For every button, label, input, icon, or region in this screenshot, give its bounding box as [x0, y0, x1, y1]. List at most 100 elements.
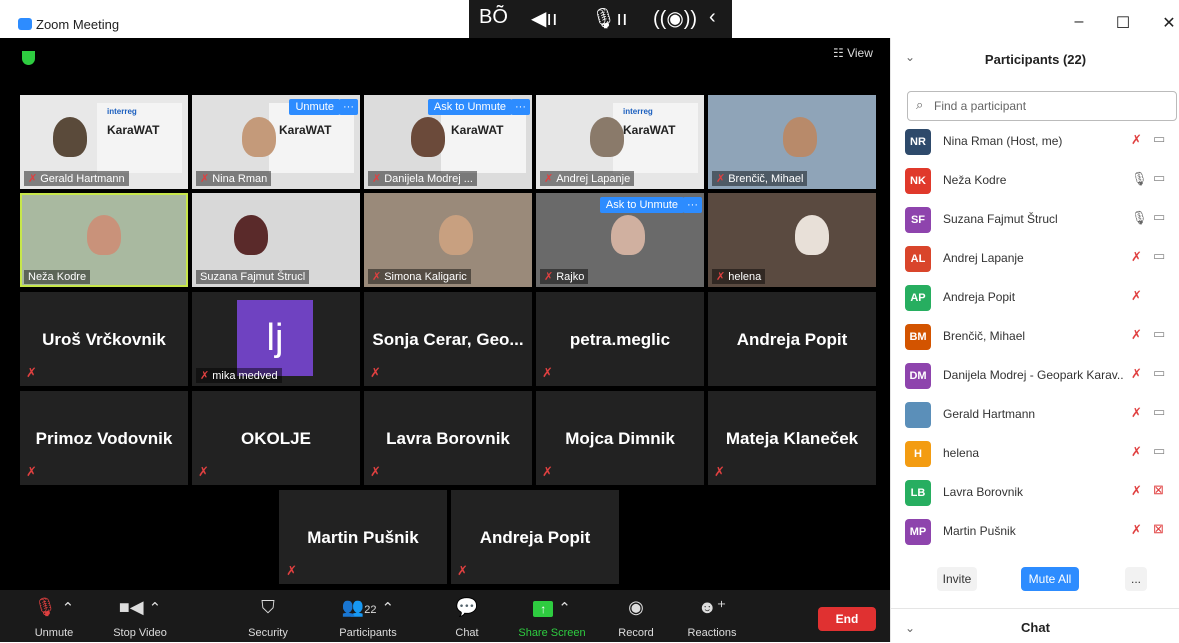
tile-name: Andreja Popit — [479, 528, 591, 547]
name-tile[interactable]: Sonja Cerar, Geo... ✗ — [364, 292, 532, 386]
security-button[interactable]: ⛉ Security — [228, 594, 308, 639]
tile-name: Lavra Borovnik — [386, 429, 510, 448]
share-screen-button[interactable]: ↑ ⌃ Share Screen — [512, 594, 592, 639]
video-tile[interactable]: ✗ helena — [708, 193, 876, 287]
tile-name: Mateja Klaneček — [725, 429, 859, 448]
name-tile[interactable]: OKOLJE ✗ — [192, 391, 360, 485]
chat-button[interactable]: 💬 Chat — [427, 594, 507, 639]
participants-button[interactable]: 👥22 ⌃ Participants — [328, 594, 408, 639]
meeting-toolbar: 🎙 ⌃ Unmute ■◀ ⌃ Stop Video ⛉ Security 👥2… — [0, 590, 890, 642]
participant-row[interactable]: Hhelena ✗ ▭ — [891, 434, 1179, 473]
tile-more-button[interactable]: ··· — [511, 99, 530, 115]
participant-row[interactable]: BM Brenčič, Mihael ✗ ▭ — [891, 317, 1179, 356]
maximize-button[interactable]: ☐ — [1108, 13, 1138, 33]
speaker-icon[interactable]: ◀ıı — [531, 6, 558, 31]
collapse-icon[interactable]: ‹ — [709, 6, 716, 29]
video-camera-icon: ▭ — [1153, 131, 1166, 146]
muted-mic-icon: ✗ — [370, 365, 381, 380]
video-tile[interactable]: ✗ Simona Kaligaric — [364, 193, 532, 287]
close-button[interactable]: ✕ — [1154, 13, 1179, 33]
name-tile[interactable]: Mateja Klaneček ✗ — [708, 391, 876, 485]
microphone-icon[interactable]: 🎙ıı — [591, 6, 628, 31]
shield-icon: ⛉ — [261, 597, 275, 617]
participant-row[interactable]: AL Andrej Lapanje ✗ ▭ — [891, 239, 1179, 278]
name-tile[interactable]: petra.meglic ✗ — [536, 292, 704, 386]
reactions-button[interactable]: ☻⁺ Reactions — [672, 594, 752, 639]
muted-mic-icon: ✗ — [370, 464, 381, 479]
video-tile[interactable]: KaraWAT Ask to Unmute ··· ✗ Danijela Modr… — [364, 95, 532, 189]
video-tile[interactable]: interreg KaraWAT ✗ Andrej Lapanje — [536, 95, 704, 189]
avatar: NK — [905, 168, 931, 194]
video-tile-active-speaker[interactable]: Neža Kodre — [20, 193, 188, 287]
tile-name: Primoz Vodovnik — [35, 429, 173, 448]
video-off-icon: ⊠ — [1153, 482, 1164, 497]
participant-video — [410, 117, 445, 157]
avatar: AL — [905, 246, 931, 272]
view-button[interactable]: ☷ View — [833, 46, 873, 60]
tile-name: ✗ Danijela Modrej ... — [368, 171, 477, 186]
participant-row[interactable]: NK Neža Kodre 🎙 ▭ — [891, 161, 1179, 200]
participant-video — [439, 215, 474, 255]
broadcast-icon[interactable]: ((◉)) — [653, 6, 697, 31]
mute-all-button[interactable]: Mute All — [1021, 567, 1079, 591]
name-tile[interactable]: Primoz Vodovnik ✗ — [20, 391, 188, 485]
unmute-button[interactable]: Unmute — [289, 99, 340, 115]
minimize-button[interactable]: – — [1064, 13, 1094, 31]
video-tile[interactable]: Ask to Unmute ··· ✗ Rajko — [536, 193, 704, 287]
participant-row[interactable]: NR Nina Rman (Host, me) ✗ ▭ — [891, 122, 1179, 161]
video-camera-icon: ■◀ ⌃ — [118, 597, 162, 617]
participant-row[interactable]: MP Martin Pušnik ✗ ⊠ — [891, 512, 1179, 551]
participant-search-input[interactable]: ⌕ Find a participant — [907, 91, 1177, 121]
video-tile[interactable]: ✗ Brenčič, Mihael — [708, 95, 876, 189]
stop-video-button[interactable]: ■◀ ⌃ Stop Video — [100, 594, 180, 639]
invite-button[interactable]: Invite — [937, 567, 977, 591]
name-tile[interactable]: lj ✗ mika medved — [192, 292, 360, 386]
chat-title: Chat — [1021, 620, 1050, 635]
tile-name: Andreja Popit — [736, 330, 848, 349]
participant-row[interactable]: DM Danijela Modrej - Geopark Karav... ✗ ▭ — [891, 356, 1179, 395]
avatar — [905, 402, 931, 428]
participant-row[interactable]: LB Lavra Borovnik ✗ ⊠ — [891, 473, 1179, 512]
unmute-button[interactable]: 🎙 ⌃ Unmute — [14, 594, 94, 639]
participant-name: Andrej Lapanje — [943, 251, 1024, 265]
muted-mic-icon: ✗ — [26, 464, 37, 479]
video-tile[interactable]: KaraWAT Unmute ··· ✗ Nina Rman — [192, 95, 360, 189]
participants-header: ⌄ Participants (22) — [891, 48, 1179, 72]
end-meeting-button[interactable]: End — [818, 607, 876, 631]
chat-header: ⌄ Chat — [891, 608, 1179, 643]
avatar: DM — [905, 363, 931, 389]
ask-to-unmute-button[interactable]: Ask to Unmute — [599, 197, 684, 213]
video-tile[interactable]: Suzana Fajmut Štrucl — [192, 193, 360, 287]
video-camera-icon: ▭ — [1153, 404, 1166, 419]
floating-control-bar: BÕ ◀ıı 🎙ıı ((◉)) ‹ — [469, 0, 732, 38]
muted-microphone-icon: ✗ — [1131, 444, 1142, 459]
tile-name: OKOLJE — [241, 429, 311, 448]
more-options-button[interactable]: ... — [1125, 567, 1147, 591]
ask-to-unmute-button[interactable]: Ask to Unmute — [427, 99, 512, 115]
participant-video — [87, 215, 121, 255]
chat-bubble-icon: 💬 — [455, 597, 479, 617]
participant-row[interactable]: SF Suzana Fajmut Štrucl 🎙 ▭ — [891, 200, 1179, 239]
participant-name: Neža Kodre — [943, 173, 1007, 187]
record-button[interactable]: ◉ Record — [596, 594, 676, 639]
avatar: MP — [905, 519, 931, 545]
closed-caption-icon[interactable]: BÕ — [479, 6, 508, 29]
participant-name: Martin Pušnik — [943, 524, 1016, 538]
profile-picture: lj — [237, 300, 313, 376]
tile-name: Mojca Dimnik — [565, 429, 675, 448]
search-placeholder: Find a participant — [934, 99, 1027, 113]
tile-more-button[interactable]: ··· — [339, 99, 358, 115]
participant-row[interactable]: AP Andreja Popit ✗ — [891, 278, 1179, 317]
tile-more-button[interactable]: ··· — [683, 197, 702, 213]
name-tile[interactable]: Uroš Vrčkovnik ✗ — [20, 292, 188, 386]
name-tile[interactable]: Andreja Popit ✗ — [451, 490, 619, 584]
name-tile[interactable]: Martin Pušnik ✗ — [279, 490, 447, 584]
tile-name: ✗ Nina Rman — [196, 171, 272, 186]
name-tile[interactable]: Mojca Dimnik ✗ — [536, 391, 704, 485]
name-tile[interactable]: Lavra Borovnik ✗ — [364, 391, 532, 485]
video-tile[interactable]: interreg KaraWAT ✗ Gerald Hartmann — [20, 95, 188, 189]
name-tile[interactable]: Andreja Popit — [708, 292, 876, 386]
muted-mic-icon: ✗ — [198, 464, 209, 479]
participant-row[interactable]: Gerald Hartmann ✗ ▭ — [891, 395, 1179, 434]
encryption-shield-icon[interactable] — [22, 51, 35, 65]
